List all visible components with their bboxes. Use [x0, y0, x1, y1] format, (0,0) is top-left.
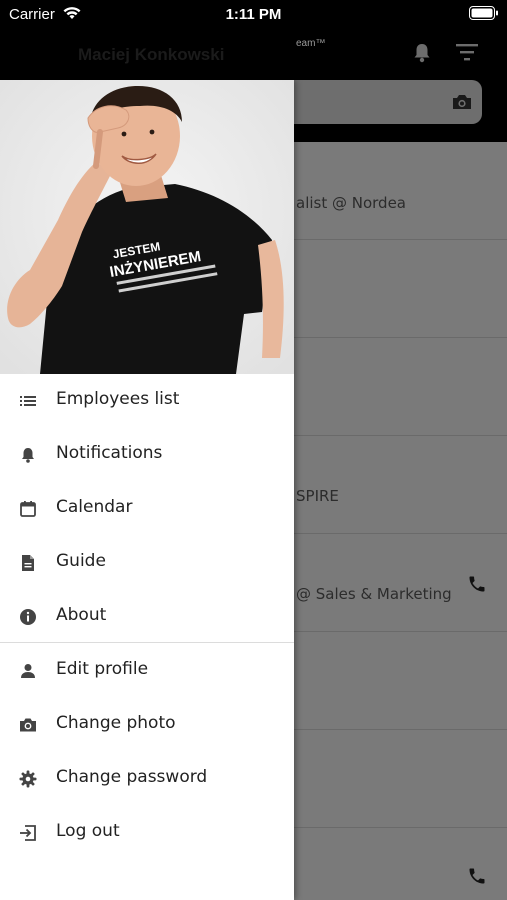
menu-label: Notifications: [56, 443, 163, 463]
bell-icon: [22, 448, 34, 463]
camera-search-icon[interactable]: [451, 93, 473, 111]
menu-change-photo[interactable]: Change photo: [0, 698, 294, 752]
menu-guide[interactable]: Guide: [0, 536, 294, 590]
phone-icon[interactable]: [467, 866, 487, 886]
menu-edit-profile[interactable]: Edit profile: [0, 644, 294, 698]
app-subtitle: eam™: [296, 38, 326, 49]
document-icon: [22, 555, 34, 571]
phone-icon[interactable]: [467, 574, 487, 594]
menu-label: Change password: [56, 767, 208, 787]
menu-notifications[interactable]: Notifications: [0, 428, 294, 482]
camera-icon: [20, 718, 36, 732]
profile-photo: JESTEM INŻYNIEREM: [0, 80, 294, 374]
menu-label: Change photo: [56, 713, 176, 733]
menu-label: Edit profile: [56, 659, 149, 679]
menu-change-password[interactable]: Change password: [0, 752, 294, 806]
menu-label: Calendar: [56, 497, 133, 517]
menu-label: Employees list: [56, 389, 180, 409]
list-icon: [20, 396, 36, 406]
menu-label: Log out: [56, 821, 120, 841]
list-item-text: alist @ Nordea: [296, 194, 407, 212]
app-bar: Maciej Konkowski eam™: [0, 28, 507, 80]
menu-label: About: [56, 605, 107, 625]
notifications-bell-icon[interactable]: [412, 42, 432, 64]
list-item-text: SPIRE: [296, 487, 339, 505]
person-icon: [21, 664, 35, 678]
menu-divider: [0, 642, 294, 643]
list-item-text: @ Sales & Marketing: [296, 585, 452, 603]
app-title: Maciej Konkowski: [78, 45, 225, 64]
battery-icon: [469, 6, 498, 20]
info-icon: [20, 609, 36, 625]
menu-calendar[interactable]: Calendar: [0, 482, 294, 536]
gear-icon: [19, 770, 37, 788]
status-bar: Carrier 1:11 PM: [0, 0, 507, 28]
menu-label: Guide: [56, 551, 106, 571]
logout-icon: [20, 825, 36, 841]
menu-log-out[interactable]: Log out: [0, 806, 294, 860]
menu-employees-list[interactable]: Employees list: [0, 374, 294, 428]
filter-icon[interactable]: [455, 42, 479, 62]
calendar-icon: [20, 501, 36, 517]
clock: 1:11 PM: [225, 6, 282, 23]
menu-about[interactable]: About: [0, 590, 294, 644]
navigation-drawer: JESTEM INŻYNIEREM Employees list Notific…: [0, 80, 294, 900]
